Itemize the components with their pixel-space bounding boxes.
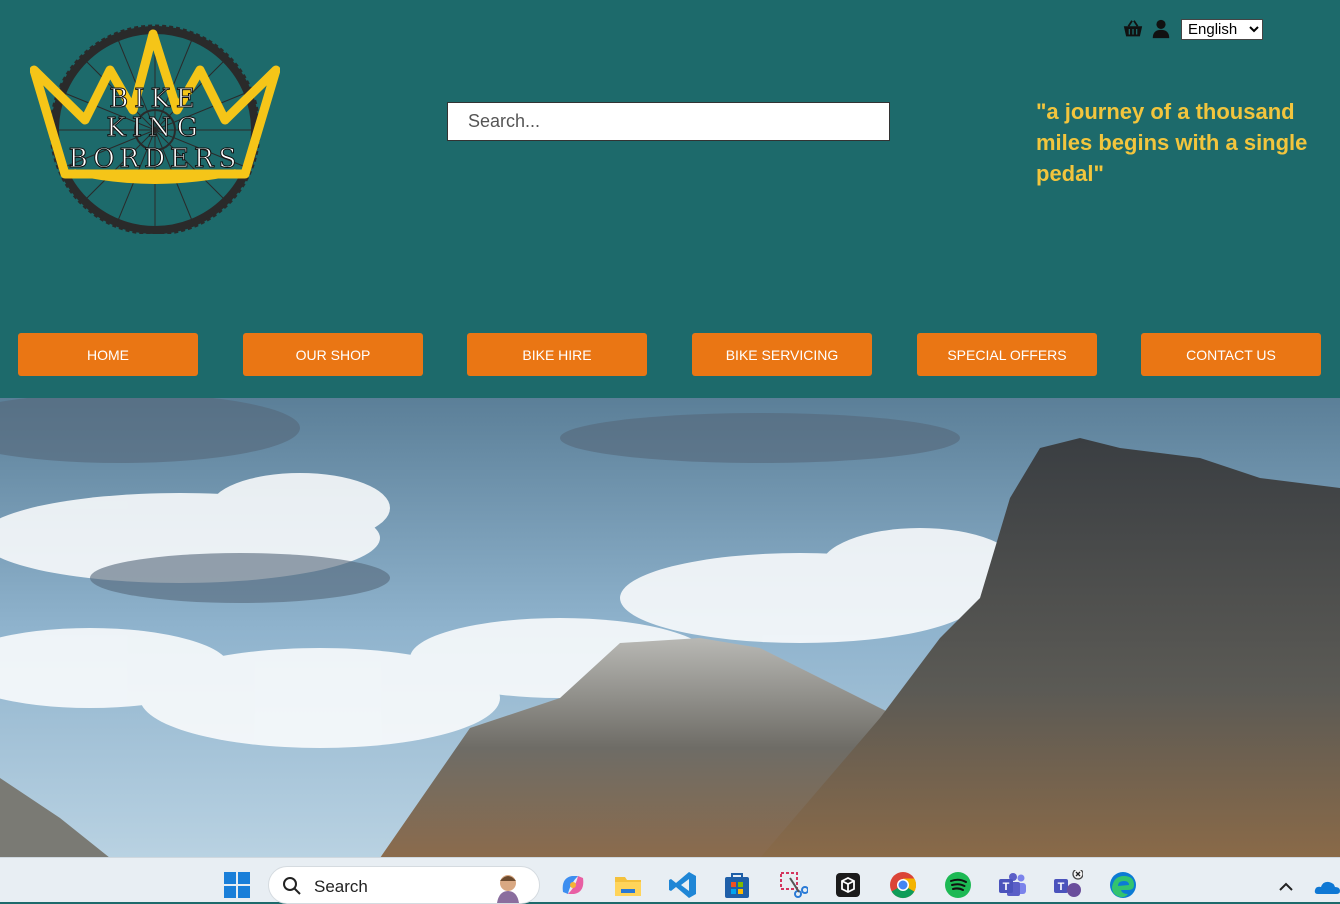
site-header: BIKE KING BORDERS English "a journey of … [0, 0, 1340, 398]
bike-king-borders-logo[interactable]: BIKE KING BORDERS [30, 22, 280, 234]
teams-classic-icon[interactable]: T [1053, 870, 1083, 900]
snipping-tool-icon[interactable] [778, 870, 808, 900]
windows-start-icon[interactable] [222, 870, 252, 900]
logo-text-borders: BORDERS [69, 144, 242, 174]
spotify-icon[interactable] [943, 870, 973, 900]
nav-our-shop-button[interactable]: OUR SHOP [243, 333, 423, 376]
tagline-quote: "a journey of a thousand miles begins wi… [1036, 99, 1308, 186]
search-highlight-icon [497, 875, 519, 903]
file-explorer-icon[interactable] [613, 870, 643, 900]
taskbar-search[interactable]: Search [268, 866, 540, 904]
logo-text-bike: BIKE [109, 84, 201, 114]
search-input[interactable] [447, 102, 890, 141]
svg-text:T: T [1058, 881, 1065, 893]
chevron-up-icon[interactable] [1275, 876, 1297, 898]
language-select[interactable]: English [1181, 18, 1263, 40]
nav-contact-us-button[interactable]: CONTACT US [1141, 333, 1321, 376]
copilot-icon[interactable] [558, 870, 588, 900]
nav-bike-hire-button[interactable]: BIKE HIRE [467, 333, 647, 376]
store-icon[interactable] [722, 870, 752, 900]
taskbar-search-label: Search [314, 877, 368, 896]
search-icon [283, 877, 301, 895]
user-icon[interactable] [1150, 18, 1172, 40]
hero-image [0, 398, 1340, 858]
basket-icon[interactable] [1122, 18, 1144, 40]
main-nav: HOME OUR SHOP BIKE HIRE BIKE SERVICING S… [0, 333, 1340, 376]
terminal-icon[interactable] [833, 870, 863, 900]
logo-text-king: KING [106, 113, 203, 143]
header-actions: English [1122, 18, 1263, 40]
nav-home-button[interactable]: HOME [18, 333, 198, 376]
svg-text:T: T [1003, 881, 1010, 893]
chrome-icon[interactable] [888, 870, 918, 900]
teams-icon[interactable]: T [998, 870, 1028, 900]
vscode-icon[interactable] [668, 870, 698, 900]
windows-taskbar: Search T T [0, 857, 1340, 904]
nav-bike-servicing-button[interactable]: BIKE SERVICING [692, 333, 872, 376]
nav-special-offers-button[interactable]: SPECIAL OFFERS [917, 333, 1097, 376]
onedrive-icon[interactable] [1314, 876, 1340, 898]
edge-icon[interactable] [1108, 870, 1138, 900]
